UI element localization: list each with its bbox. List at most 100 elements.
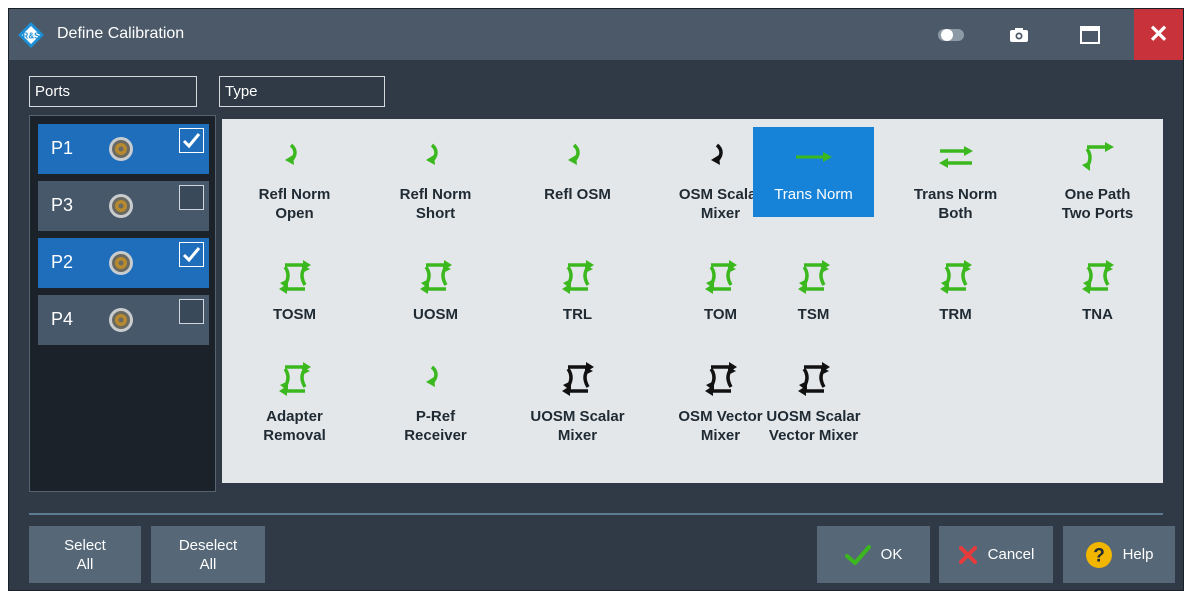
calibration-type-one-path-two-ports[interactable]: One Path Two Ports bbox=[1037, 131, 1158, 223]
port-checkbox[interactable] bbox=[179, 185, 204, 210]
define-calibration-dialog: R&S Define Calibration ✕ Ports Type P1 P… bbox=[8, 8, 1184, 591]
checkbox-check-icon bbox=[182, 247, 201, 263]
calibration-type-tsm[interactable]: TSM bbox=[753, 251, 874, 324]
two-port-green-icon bbox=[1081, 260, 1114, 294]
help-icon: ? bbox=[1085, 541, 1112, 568]
calibration-type-label: TSM bbox=[797, 306, 830, 323]
calibration-type-label: Refl Norm Open bbox=[258, 186, 331, 222]
calibration-type-trl[interactable]: TRL bbox=[517, 251, 638, 324]
calibration-type-label: One Path Two Ports bbox=[1061, 186, 1134, 222]
port-connector-icon bbox=[109, 251, 133, 275]
two-port-green-icon bbox=[278, 260, 311, 294]
cancel-button[interactable]: Cancel bbox=[939, 526, 1053, 583]
calibration-type-label: Trans Norm Both bbox=[913, 186, 998, 222]
window-title: Define Calibration bbox=[57, 25, 185, 42]
svg-text:R&S: R&S bbox=[23, 32, 41, 41]
calibration-type-uosm[interactable]: UOSM bbox=[375, 251, 496, 324]
ok-label: OK bbox=[880, 546, 903, 563]
port-row-p4[interactable]: P4 bbox=[38, 295, 209, 345]
two-port-green-icon bbox=[278, 362, 311, 396]
port-row-p3[interactable]: P3 bbox=[38, 181, 209, 231]
two-port-black-icon bbox=[561, 362, 594, 396]
calibration-type-uosm-scalar-vector-mixer[interactable]: UOSM Scalar Vector Mixer bbox=[753, 353, 874, 445]
calibration-type-label: UOSM bbox=[413, 306, 458, 323]
calibration-type-label: P-Ref Receiver bbox=[404, 408, 467, 444]
help-button[interactable]: ? Help bbox=[1063, 526, 1175, 583]
calibration-type-label: Trans Norm bbox=[774, 186, 853, 203]
select-all-button[interactable]: Select All bbox=[29, 526, 141, 583]
deselect-all-label: Deselect All bbox=[178, 536, 238, 573]
port-checkbox[interactable] bbox=[179, 242, 204, 267]
port-connector-icon bbox=[109, 137, 133, 161]
two-port-green-icon bbox=[419, 260, 452, 294]
calibration-type-label: TRM bbox=[939, 306, 972, 323]
calibration-type-refl-norm-short[interactable]: Refl Norm Short bbox=[375, 131, 496, 223]
two-port-green-icon bbox=[561, 260, 594, 294]
calibration-type-trans-norm[interactable]: Trans Norm bbox=[753, 127, 874, 217]
refl-green-icon bbox=[567, 143, 580, 165]
help-label: Help bbox=[1122, 546, 1154, 563]
maximize-button[interactable] bbox=[1066, 9, 1114, 60]
port-row-p2[interactable]: P2 bbox=[38, 238, 209, 288]
port-connector-icon bbox=[109, 194, 133, 218]
port-checkbox[interactable] bbox=[179, 299, 204, 324]
calibration-type-trm[interactable]: TRM bbox=[895, 251, 1016, 324]
checkmark-icon bbox=[844, 544, 871, 565]
refl-green-icon bbox=[425, 365, 438, 387]
maximize-icon bbox=[1080, 25, 1100, 44]
two-port-green-icon bbox=[939, 260, 972, 294]
toggle-button[interactable] bbox=[927, 9, 975, 60]
calibration-type-label: Adapter Removal bbox=[263, 408, 326, 444]
two-port-green-icon bbox=[704, 260, 737, 294]
ports-label: Ports bbox=[29, 76, 197, 107]
camera-icon bbox=[1010, 27, 1028, 42]
calibration-type-adapter-removal[interactable]: Adapter Removal bbox=[234, 353, 355, 445]
calibration-type-refl-norm-open[interactable]: Refl Norm Open bbox=[234, 131, 355, 223]
app-logo-icon: R&S bbox=[18, 22, 44, 48]
arrow-right-icon bbox=[795, 152, 832, 162]
refl-black-icon bbox=[710, 143, 723, 165]
two-port-black-icon bbox=[797, 362, 830, 396]
close-button[interactable]: ✕ bbox=[1134, 9, 1183, 60]
port-label: P2 bbox=[51, 252, 74, 272]
calibration-type-tosm[interactable]: TOSM bbox=[234, 251, 355, 324]
port-checkbox[interactable] bbox=[179, 128, 204, 153]
two-port-green-icon bbox=[797, 260, 830, 294]
port-label: P3 bbox=[51, 195, 74, 215]
port-row-p1[interactable]: P1 bbox=[38, 124, 209, 174]
screenshot-button[interactable] bbox=[995, 9, 1043, 60]
select-all-label: Select All bbox=[64, 536, 106, 573]
refl-green-icon bbox=[284, 143, 297, 165]
close-icon: ✕ bbox=[1148, 21, 1169, 48]
calibration-type-refl-osm[interactable]: Refl OSM bbox=[517, 131, 638, 204]
two-port-black-icon bbox=[704, 362, 737, 396]
port-label: P1 bbox=[51, 138, 74, 158]
calibration-type-label: Refl Norm Short bbox=[399, 186, 472, 222]
svg-text:?: ? bbox=[1093, 545, 1105, 566]
calibration-type-p-ref-receiver[interactable]: P-Ref Receiver bbox=[375, 353, 496, 445]
double-arrow-icon bbox=[938, 146, 973, 168]
calibration-type-label: UOSM Scalar Vector Mixer bbox=[766, 408, 861, 444]
divider bbox=[29, 513, 1163, 515]
cancel-x-icon bbox=[958, 545, 977, 564]
checkbox-check-icon bbox=[182, 133, 201, 149]
port-connector-icon bbox=[109, 308, 133, 332]
ok-button[interactable]: OK bbox=[817, 526, 930, 583]
one-path-icon bbox=[1081, 142, 1114, 171]
calibration-type-trans-norm-both[interactable]: Trans Norm Both bbox=[895, 131, 1016, 223]
calibration-type-label: TNA bbox=[1082, 306, 1113, 323]
ports-list: P1 P3 P2 P4 bbox=[29, 115, 216, 492]
type-label: Type bbox=[219, 76, 385, 107]
deselect-all-button[interactable]: Deselect All bbox=[151, 526, 265, 583]
refl-green-icon bbox=[425, 143, 438, 165]
calibration-type-panel: Refl Norm Open Refl Norm Short Refl OSM OSM… bbox=[222, 119, 1163, 483]
calibration-type-label: TOSM bbox=[272, 306, 317, 323]
calibration-type-label: TRL bbox=[562, 306, 593, 323]
toggle-icon bbox=[938, 28, 964, 41]
calibration-type-label: Refl OSM bbox=[544, 186, 611, 203]
calibration-type-tna[interactable]: TNA bbox=[1037, 251, 1158, 324]
title-bar: R&S Define Calibration ✕ bbox=[9, 9, 1183, 60]
calibration-type-label: UOSM Scalar Mixer bbox=[530, 408, 625, 444]
calibration-type-uosm-scalar-mixer[interactable]: UOSM Scalar Mixer bbox=[517, 353, 638, 445]
cancel-label: Cancel bbox=[987, 546, 1035, 563]
